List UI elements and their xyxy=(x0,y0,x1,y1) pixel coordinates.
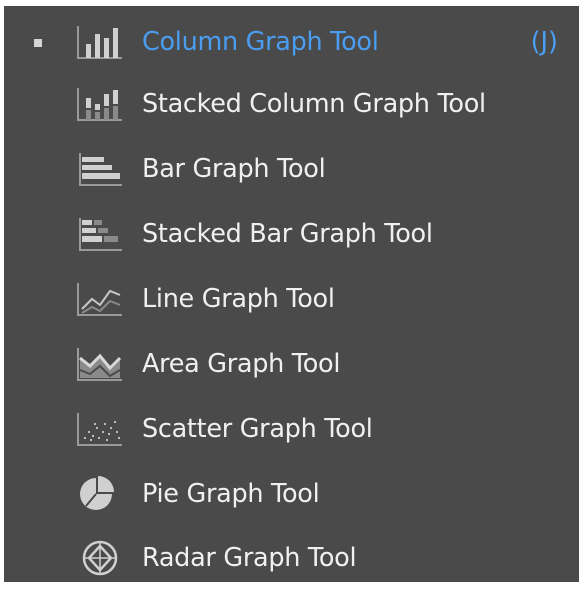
selected-tool-indicator xyxy=(34,39,42,47)
radar-graph-icon xyxy=(74,538,126,578)
menu-item-label: Line Graph Tool xyxy=(142,284,335,314)
stacked-bar-graph-icon xyxy=(74,214,126,254)
menu-item-bar-graph-tool[interactable]: Bar Graph Tool xyxy=(4,137,579,201)
column-graph-icon xyxy=(74,22,126,62)
menu-item-label: Stacked Column Graph Tool xyxy=(142,89,486,119)
line-graph-icon xyxy=(74,279,126,319)
menu-item-label: Radar Graph Tool xyxy=(142,543,357,573)
bar-graph-icon xyxy=(74,149,126,189)
scatter-graph-icon xyxy=(74,409,126,449)
menu-item-scatter-graph-tool[interactable]: Scatter Graph Tool xyxy=(4,397,579,461)
menu-item-stacked-column-graph-tool[interactable]: Stacked Column Graph Tool xyxy=(4,72,579,136)
pie-graph-icon xyxy=(74,474,126,514)
menu-item-radar-graph-tool[interactable]: Radar Graph Tool xyxy=(4,526,579,590)
graph-tools-flyout-menu: Column Graph Tool (J) Stacked Column Gra… xyxy=(4,6,579,582)
menu-item-label: Column Graph Tool xyxy=(142,27,379,57)
menu-item-pie-graph-tool[interactable]: Pie Graph Tool xyxy=(4,462,579,526)
stacked-column-graph-icon xyxy=(74,84,126,124)
menu-item-column-graph-tool[interactable]: Column Graph Tool (J) xyxy=(4,10,579,74)
menu-item-stacked-bar-graph-tool[interactable]: Stacked Bar Graph Tool xyxy=(4,202,579,266)
area-graph-icon xyxy=(74,344,126,384)
menu-item-area-graph-tool[interactable]: Area Graph Tool xyxy=(4,332,579,396)
menu-item-label: Area Graph Tool xyxy=(142,349,341,379)
menu-item-label: Scatter Graph Tool xyxy=(142,414,373,444)
menu-item-label: Bar Graph Tool xyxy=(142,154,326,184)
shortcut-hint: (J) xyxy=(530,27,558,57)
menu-item-label: Pie Graph Tool xyxy=(142,479,320,509)
menu-item-label: Stacked Bar Graph Tool xyxy=(142,219,433,249)
menu-item-line-graph-tool[interactable]: Line Graph Tool xyxy=(4,267,579,331)
